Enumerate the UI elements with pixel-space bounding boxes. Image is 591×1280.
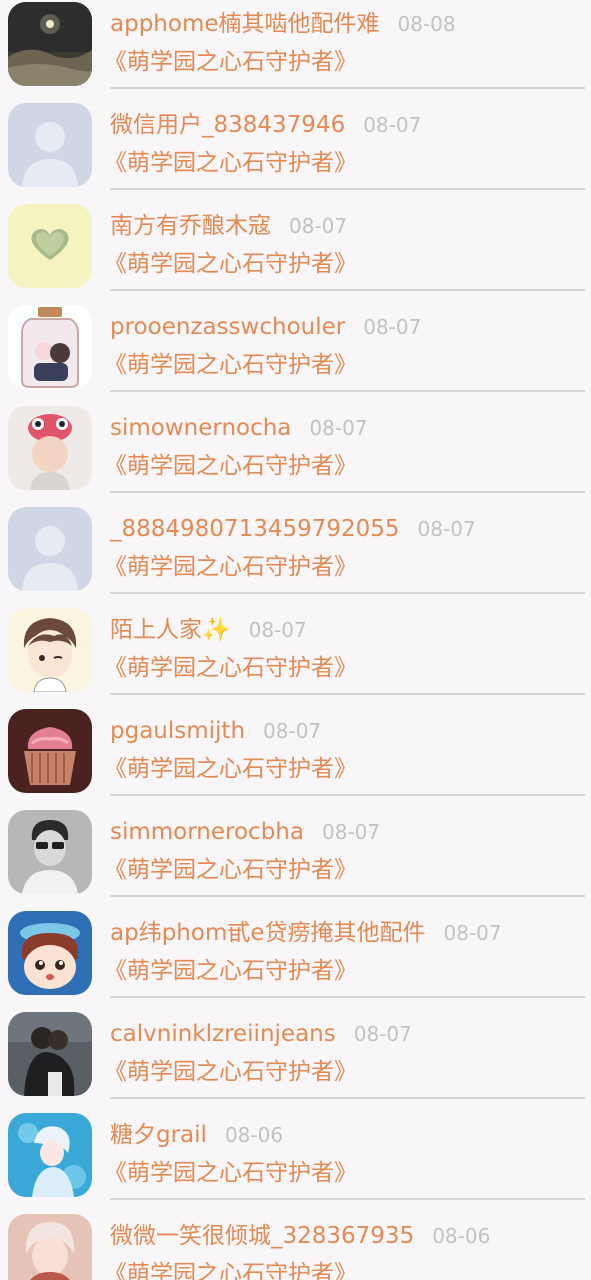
user-name[interactable]: 微信用户_838437946 — [110, 112, 345, 138]
jar-illustration-avatar[interactable] — [8, 305, 92, 389]
jar-illustration-icon — [8, 305, 92, 389]
night-landscape-icon — [8, 2, 92, 86]
item-subtitle[interactable]: 《萌学园之心石守护者》 — [104, 46, 357, 78]
message-list: apphome楠其啮他配件难 08-08 《萌学园之心石守护者》 微信用户_838… — [0, 0, 591, 1280]
anime-boy-icon — [8, 608, 92, 692]
item-subtitle[interactable]: 《萌学园之心石守护者》 — [104, 1157, 357, 1189]
item-date: 08-07 — [363, 113, 422, 137]
item-subtitle[interactable]: 《萌学园之心石守护者》 — [104, 1258, 357, 1280]
bw-portrait-avatar[interactable] — [8, 810, 92, 894]
anime-girl-blue-avatar[interactable] — [8, 1113, 92, 1197]
user-name[interactable]: calvninklzreiinjeans — [110, 1021, 336, 1047]
user-name[interactable]: prooenzasswchouler — [110, 314, 345, 340]
default-person-avatar[interactable] — [8, 507, 92, 591]
item-subtitle[interactable]: 《萌学园之心石守护者》 — [104, 854, 357, 886]
list-item[interactable]: pgaulsmijth 08-07 《萌学园之心石守护者》 — [0, 707, 591, 808]
list-item[interactable]: calvninklzreiinjeans 08-07 《萌学园之心石守护者》 — [0, 1010, 591, 1111]
couple-photo-avatar[interactable] — [8, 1012, 92, 1096]
item-subtitle[interactable]: 《萌学园之心石守护者》 — [104, 349, 357, 381]
user-name[interactable]: ap纬phom甙e贷痨掩其他配件 — [110, 920, 426, 946]
anime-character-icon — [8, 1214, 92, 1280]
item-text: simmornerocbha 08-07 《萌学园之心石守护者》 — [104, 808, 585, 897]
item-date: 08-07 — [263, 719, 322, 743]
item-subtitle[interactable]: 《萌学园之心石守护者》 — [104, 147, 357, 179]
list-item[interactable]: _8884980713459792055 08-07 《萌学园之心石守护者》 — [0, 505, 591, 606]
item-subtitle[interactable]: 《萌学园之心石守护者》 — [104, 1056, 357, 1088]
item-text: simownernocha 08-07 《萌学园之心石守护者》 — [104, 404, 585, 493]
item-text: 微微一笑很倾城_328367935 08-06 《萌学园之心石守护者》 — [104, 1212, 585, 1280]
list-item[interactable]: 陌上人家✨ 08-07 《萌学园之心石守护者》 — [0, 606, 591, 707]
list-item[interactable]: simmornerocbha 08-07 《萌学园之心石守护者》 — [0, 808, 591, 909]
user-name[interactable]: 陌上人家✨ — [110, 617, 231, 643]
item-text: calvninklzreiinjeans 08-07 《萌学园之心石守护者》 — [104, 1010, 585, 1099]
list-item[interactable]: 南方有乔酿木寇 08-07 《萌学园之心石守护者》 — [0, 202, 591, 303]
person-icon — [8, 507, 92, 591]
user-name[interactable]: simmornerocbha — [110, 819, 304, 845]
list-item[interactable]: simownernocha 08-07 《萌学园之心石守护者》 — [0, 404, 591, 505]
item-text: apphome楠其啮他配件难 08-08 《萌学园之心石守护者》 — [104, 0, 585, 89]
list-item[interactable]: prooenzasswchouler 08-07 《萌学园之心石守护者》 — [0, 303, 591, 404]
bw-portrait-icon — [8, 810, 92, 894]
user-name[interactable]: 微微一笑很倾城_328367935 — [110, 1223, 414, 1249]
item-date: 08-07 — [321, 820, 381, 844]
item-date: 08-07 — [289, 214, 348, 238]
cupcake-icon — [8, 709, 92, 793]
user-name[interactable]: simownernocha — [110, 415, 291, 441]
person-icon — [8, 103, 92, 187]
item-date: 08-06 — [224, 1123, 284, 1147]
user-name[interactable]: 糖夕grail — [110, 1122, 207, 1148]
cartoon-mascot-avatar[interactable] — [8, 911, 92, 995]
item-date: 08-08 — [397, 12, 456, 36]
list-item[interactable]: 微信用户_838437946 08-07 《萌学园之心石守护者》 — [0, 101, 591, 202]
item-subtitle[interactable]: 《萌学园之心石守护者》 — [104, 753, 357, 785]
couple-photo-icon — [8, 1012, 92, 1096]
item-subtitle[interactable]: 《萌学园之心石守护者》 — [104, 955, 357, 987]
item-text: 微信用户_838437946 08-07 《萌学园之心石守护者》 — [104, 101, 585, 190]
list-item[interactable]: ap纬phom甙e贷痨掩其他配件 08-07 《萌学园之心石守护者》 — [0, 909, 591, 1010]
item-date: 08-07 — [417, 517, 476, 541]
item-subtitle[interactable]: 《萌学园之心石守护者》 — [104, 551, 357, 583]
item-text: 南方有乔酿木寇 08-07 《萌学园之心石守护者》 — [104, 202, 585, 291]
anime-character-avatar[interactable] — [8, 1214, 92, 1280]
user-name[interactable]: pgaulsmijth — [110, 718, 245, 744]
user-name[interactable]: 南方有乔酿木寇 — [110, 213, 271, 239]
item-subtitle[interactable]: 《萌学园之心石守护者》 — [104, 248, 357, 280]
item-text: 陌上人家✨ 08-07 《萌学园之心石守护者》 — [104, 606, 585, 695]
anime-boy-avatar[interactable] — [8, 608, 92, 692]
default-person-avatar[interactable] — [8, 103, 92, 187]
item-text: prooenzasswchouler 08-07 《萌学园之心石守护者》 — [104, 303, 585, 392]
item-date: 08-07 — [309, 416, 368, 440]
item-text: pgaulsmijth 08-07 《萌学园之心石守护者》 — [104, 707, 585, 796]
list-item[interactable]: apphome楠其啮他配件难 08-08 《萌学园之心石守护者》 — [0, 0, 591, 101]
heart-avatar[interactable] — [8, 204, 92, 288]
cartoon-mascot-icon — [8, 911, 92, 995]
item-subtitle[interactable]: 《萌学园之心石守护者》 — [104, 652, 357, 684]
item-date: 08-07 — [353, 1022, 412, 1046]
list-item[interactable]: 微微一笑很倾城_328367935 08-06 《萌学园之心石守护者》 — [0, 1212, 591, 1280]
item-text: 糖夕grail 08-06 《萌学园之心石守护者》 — [104, 1111, 585, 1200]
item-date: 08-07 — [443, 921, 502, 945]
item-date: 08-07 — [363, 315, 422, 339]
item-text: ap纬phom甙e贷痨掩其他配件 08-07 《萌学园之心石守护者》 — [104, 909, 585, 998]
item-date: 08-06 — [432, 1224, 491, 1248]
list-item[interactable]: 糖夕grail 08-06 《萌学园之心石守护者》 — [0, 1111, 591, 1212]
anime-girl-blue-icon — [8, 1113, 92, 1197]
heart-icon — [8, 204, 92, 288]
cupcake-avatar[interactable] — [8, 709, 92, 793]
baby-photo-icon — [8, 406, 92, 490]
user-name[interactable]: apphome楠其啮他配件难 — [110, 11, 380, 37]
user-name[interactable]: _8884980713459792055 — [110, 516, 400, 542]
night-landscape-avatar[interactable] — [8, 2, 92, 86]
item-text: _8884980713459792055 08-07 《萌学园之心石守护者》 — [104, 505, 585, 594]
item-date: 08-07 — [248, 618, 307, 642]
baby-photo-avatar[interactable] — [8, 406, 92, 490]
item-subtitle[interactable]: 《萌学园之心石守护者》 — [104, 450, 357, 482]
